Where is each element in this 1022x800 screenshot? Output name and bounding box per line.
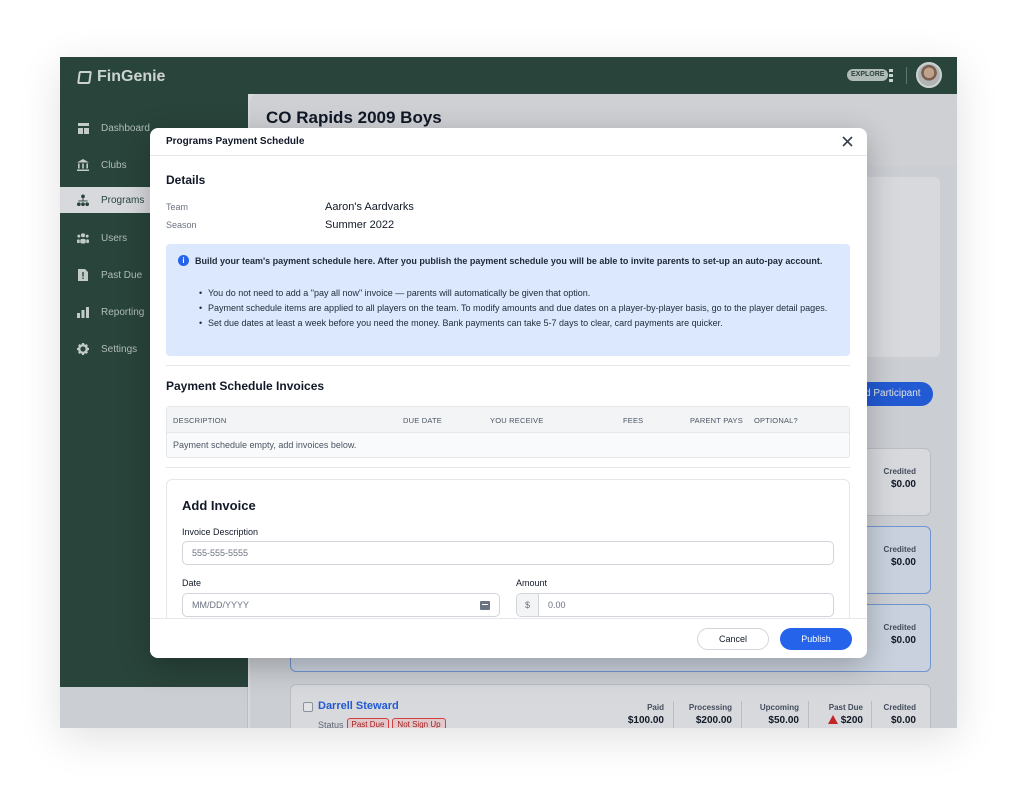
publish-button[interactable]: Publish xyxy=(780,628,852,650)
invoices-table: DESCRIPTION DUE DATE YOU RECEIVE FEES PA… xyxy=(166,406,850,458)
close-icon xyxy=(842,136,853,147)
modal-footer: Cancel Publish xyxy=(150,618,867,658)
invoices-heading: Payment Schedule Invoices xyxy=(166,379,325,393)
cancel-button[interactable]: Cancel xyxy=(697,628,769,650)
table-header: DESCRIPTION DUE DATE YOU RECEIVE FEES PA… xyxy=(167,407,849,433)
add-invoice-card: Add Invoice Invoice Description 555-555-… xyxy=(166,479,850,618)
date-label: Date xyxy=(182,578,202,588)
column-header: PARENT PAYS xyxy=(690,416,743,425)
season-value: Summer 2022 xyxy=(325,219,395,231)
season-label: Season xyxy=(166,220,197,230)
calendar-icon[interactable] xyxy=(480,601,490,610)
divider xyxy=(166,467,850,468)
amount-input[interactable]: $ 0.00 xyxy=(516,593,834,617)
modal-header: Programs Payment Schedule xyxy=(150,128,867,156)
payment-schedule-modal: Programs Payment Schedule Details Team A… xyxy=(150,128,867,658)
amount-label: Amount xyxy=(516,578,548,588)
info-bullet: Payment schedule items are applied to al… xyxy=(199,302,838,315)
column-header: OPTIONAL? xyxy=(754,416,798,425)
column-header: DESCRIPTION xyxy=(173,416,227,425)
modal-title: Programs Payment Schedule xyxy=(166,136,305,147)
divider xyxy=(166,365,850,366)
date-placeholder: MM/DD/YYYY xyxy=(192,600,250,610)
info-callout: i Build your team's payment schedule her… xyxy=(166,244,850,356)
date-input[interactable]: MM/DD/YYYY xyxy=(182,593,500,617)
column-header: DUE DATE xyxy=(403,416,442,425)
details-heading: Details xyxy=(166,173,206,187)
currency-prefix: $ xyxy=(517,594,539,616)
modal-body[interactable]: Details Team Aaron's Aardvarks Season Su… xyxy=(150,157,867,618)
info-bullets: You do not need to add a "pay all now" i… xyxy=(199,287,838,332)
info-bullet: You do not need to add a "pay all now" i… xyxy=(199,287,838,300)
info-headline: Build your team's payment schedule here.… xyxy=(195,256,823,266)
close-button[interactable] xyxy=(842,132,853,151)
column-header: FEES xyxy=(623,416,644,425)
table-empty-message: Payment schedule empty, add invoices bel… xyxy=(173,440,357,450)
column-header: YOU RECEIVE xyxy=(490,416,544,425)
invoice-description-input[interactable]: 555-555-5555 xyxy=(182,541,834,565)
team-value: Aaron's Aardvarks xyxy=(325,201,414,213)
info-icon: i xyxy=(178,255,189,266)
add-invoice-heading: Add Invoice xyxy=(182,498,256,513)
description-label: Invoice Description xyxy=(182,527,259,537)
team-label: Team xyxy=(166,202,189,212)
info-bullet: Set due dates at least a week before you… xyxy=(199,317,838,330)
amount-placeholder: 0.00 xyxy=(548,600,566,610)
